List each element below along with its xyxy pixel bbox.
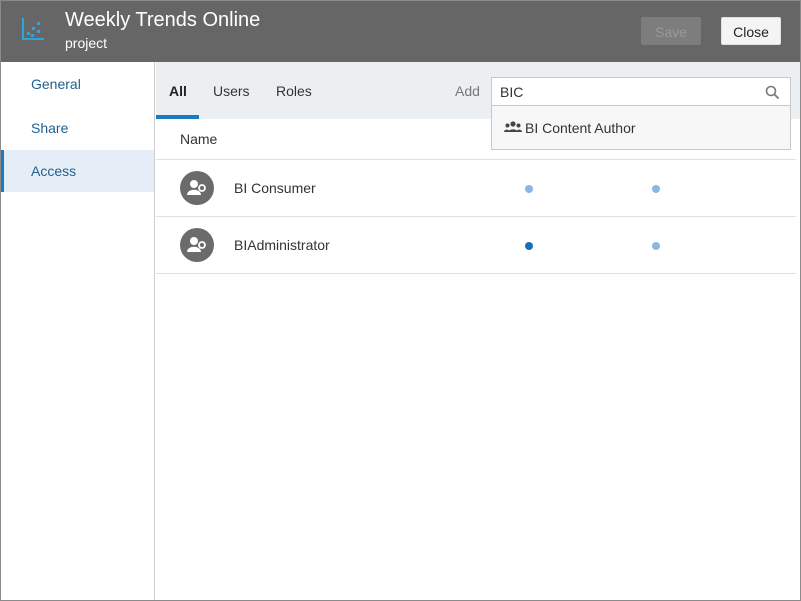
permission-dot[interactable] (652, 185, 660, 193)
tab-roles[interactable]: Roles (276, 62, 312, 119)
table-row[interactable]: BI Consumer (156, 160, 796, 217)
user-group-icon (187, 237, 206, 252)
tab-users[interactable]: Users (213, 62, 250, 119)
suggestion-item[interactable]: BI Content Author (492, 106, 790, 149)
sidebar: General Share Access (1, 62, 155, 600)
chart-icon (22, 18, 44, 40)
user-group-icon (187, 180, 206, 195)
sidebar-item-share[interactable]: Share (1, 107, 154, 149)
table-row[interactable]: BIAdministrator (156, 217, 796, 274)
close-button[interactable]: Close (721, 17, 781, 45)
column-header-name: Name (180, 131, 218, 147)
main-panel: All Users Roles Add BIC BI Content Autho… (156, 62, 800, 600)
permission-dot[interactable] (525, 242, 533, 250)
search-suggestions-dropdown: BI Content Author (491, 105, 791, 150)
save-button[interactable]: Save (641, 17, 701, 45)
search-input[interactable] (493, 78, 753, 106)
add-label: Add (455, 83, 480, 99)
permission-dot[interactable] (652, 242, 660, 250)
row-name: BIAdministrator (234, 237, 330, 253)
suggestion-label: BI Content Author (525, 120, 636, 136)
group-icon (504, 121, 522, 132)
permissions-dialog: Weekly Trends Online project Save Close … (0, 0, 801, 601)
dialog-header: Weekly Trends Online project Save Close (1, 1, 800, 62)
row-name: BI Consumer (234, 180, 316, 196)
search-box (491, 77, 791, 107)
dialog-title: Weekly Trends Online (65, 9, 261, 31)
search-icon[interactable] (765, 85, 780, 100)
tab-all[interactable]: All (169, 62, 187, 119)
role-avatar (180, 228, 214, 262)
role-avatar (180, 171, 214, 205)
sidebar-item-general[interactable]: General (1, 63, 154, 105)
dialog-subtitle: project (65, 35, 108, 51)
sidebar-item-access[interactable]: Access (1, 150, 154, 192)
permission-dot[interactable] (525, 185, 533, 193)
